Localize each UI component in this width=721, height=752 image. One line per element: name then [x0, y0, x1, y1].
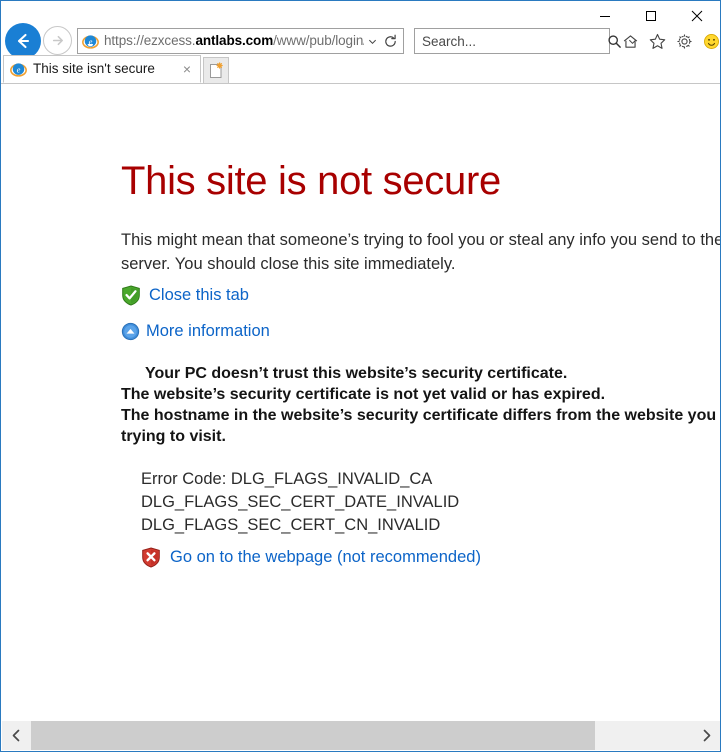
address-bar[interactable]: e https://ezxcess.antlabs.com/www/pub/lo…: [77, 28, 404, 54]
horizontal-scrollbar[interactable]: [2, 721, 720, 750]
page-title: This site is not secure: [121, 159, 501, 203]
green-shield-check-icon: [122, 284, 140, 306]
tab-this-site-isnt-secure[interactable]: e This site isn't secure ×: [3, 55, 201, 83]
new-tab-button[interactable]: [203, 57, 229, 83]
svg-text:e: e: [89, 36, 93, 46]
chevron-down-icon: [368, 39, 376, 44]
close-window-button[interactable]: [674, 1, 720, 30]
forward-button[interactable]: [43, 26, 72, 55]
detail-line-2: The website’s security certificate is no…: [121, 386, 606, 403]
scroll-right-arrow[interactable]: [692, 721, 720, 750]
scroll-left-arrow[interactable]: [2, 721, 31, 750]
refresh-button[interactable]: [380, 30, 400, 52]
new-tab-icon: [210, 61, 223, 78]
tab-title: This site isn't secure: [33, 61, 155, 76]
detail-line-1: Your PC doesn’t trust this website’s sec…: [145, 365, 568, 382]
page-body-text: This might mean that someone’s trying to…: [121, 231, 721, 273]
home-icon[interactable]: [618, 28, 643, 54]
tab-strip: e This site isn't secure ×: [1, 55, 720, 84]
go-on-to-webpage-label: Go on to the webpage (not recommended): [170, 548, 481, 566]
refresh-icon: [384, 34, 396, 47]
window-controls: [582, 1, 720, 30]
smiley-icon[interactable]: [699, 28, 720, 54]
search-input[interactable]: [415, 30, 603, 52]
svg-text:e: e: [17, 64, 21, 74]
error-code-line-1: Error Code: DLG_FLAGS_INVALID_CA: [141, 470, 433, 488]
go-on-to-webpage-link[interactable]: Go on to the webpage (not recommended): [141, 546, 481, 568]
maximize-button[interactable]: [628, 1, 674, 30]
url-text: https://ezxcess.antlabs.com/www/pub/logi…: [104, 29, 364, 53]
address-dropdown-button[interactable]: [364, 30, 380, 52]
scrollbar-thumb[interactable]: [31, 721, 595, 750]
chevron-up-circle-icon: [121, 322, 140, 340]
minimize-button[interactable]: [582, 1, 628, 30]
search-box[interactable]: [414, 28, 636, 54]
error-codes: Error Code: DLG_FLAGS_INVALID_CA DLG_FLA…: [141, 468, 459, 537]
certificate-details: Your PC doesn’t trust this website’s sec…: [121, 363, 721, 447]
more-information-label: More information: [146, 322, 270, 340]
internet-explorer-icon: e: [82, 34, 99, 49]
back-arrow-icon: [17, 33, 30, 49]
favorites-star-icon[interactable]: [645, 28, 670, 54]
scrollbar-track[interactable]: [31, 721, 692, 750]
error-code-line-3: DLG_FLAGS_SEC_CERT_CN_INVALID: [141, 516, 441, 534]
close-this-tab-label: Close this tab: [149, 286, 249, 304]
chevron-left-icon: [12, 729, 20, 742]
internet-explorer-icon: e: [10, 62, 27, 77]
browser-window: e https://ezxcess.antlabs.com/www/pub/lo…: [0, 0, 721, 752]
forward-arrow-icon: [52, 35, 63, 46]
error-code-line-2: DLG_FLAGS_SEC_CERT_DATE_INVALID: [141, 493, 460, 511]
red-shield-x-icon: [142, 546, 160, 568]
close-this-tab-link[interactable]: Close this tab: [121, 284, 249, 306]
tab-close-icon[interactable]: ×: [178, 60, 196, 78]
page-viewport: This site is not secure This might mean …: [2, 85, 721, 722]
chevron-right-icon: [703, 729, 711, 742]
detail-line-3: The hostname in the website’s security c…: [121, 407, 721, 445]
gear-icon[interactable]: [672, 28, 697, 54]
back-button[interactable]: [5, 23, 41, 59]
toolbar-icons: [618, 28, 720, 54]
more-information-link[interactable]: More information: [121, 320, 270, 342]
